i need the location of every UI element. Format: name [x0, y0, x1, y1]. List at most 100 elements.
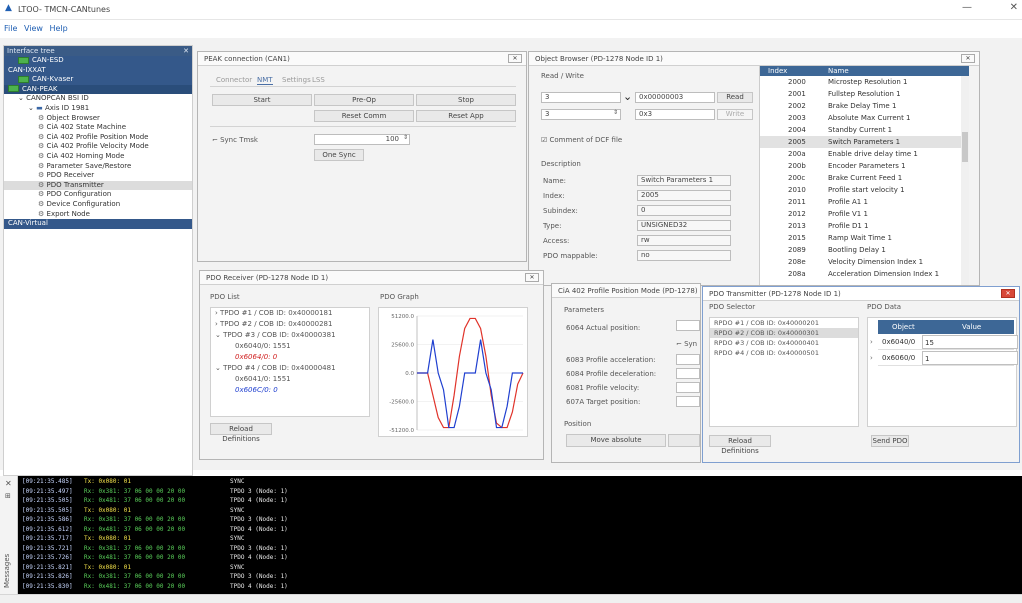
tree-item[interactable]: ⚙ Device Configuration — [4, 200, 192, 210]
object-table-row[interactable]: 2000 Microstep Resolution 1 — [760, 76, 969, 88]
subindex-spinner-icon[interactable]: ⇕ — [613, 109, 618, 116]
write-button[interactable]: Write — [717, 109, 753, 120]
expand-chevron-icon[interactable]: ⌄ — [215, 331, 223, 339]
move-relative-button[interactable] — [668, 434, 700, 447]
reset-comm-button[interactable]: Reset Comm — [314, 110, 414, 122]
expand-chevron-icon[interactable]: ⌄ — [18, 94, 26, 102]
tree-close-icon[interactable]: ✕ — [183, 46, 189, 56]
tx-reload-definitions-button[interactable]: Reload Definitions — [709, 435, 771, 455]
pdo-data-row[interactable]: › 0x6040/0 15 — [870, 334, 1018, 350]
expand-chevron-icon[interactable]: ⌄ — [28, 104, 36, 112]
expand-chevron-icon[interactable]: › — [870, 334, 873, 350]
read-button[interactable]: Read — [717, 92, 753, 103]
object-table-row[interactable]: 2001 Fullstep Resolution 1 — [760, 88, 969, 100]
actual-position-field[interactable] — [676, 320, 700, 331]
object-table-row[interactable]: 2012 Profile V1 1 — [760, 208, 969, 220]
object-table-row[interactable]: 200b Encoder Parameters 1 — [760, 160, 969, 172]
object-browser-titlebar[interactable]: Object Browser (PD-1278 Node ID 1) ✕ — [529, 52, 979, 66]
object-table-row[interactable]: 2010 Profile start velocity 1 — [760, 184, 969, 196]
start-button[interactable]: Start — [212, 94, 312, 106]
tree-item[interactable]: ⚙ PDO Transmitter — [4, 180, 192, 191]
tree-item[interactable]: ⚙ CiA 402 Homing Mode — [4, 152, 192, 162]
tree-item[interactable]: CAN-IXXAT — [4, 65, 192, 76]
tab-settings[interactable]: Settings — [282, 76, 311, 84]
object-table-row[interactable]: 2004 Standby Current 1 — [760, 124, 969, 136]
object-table-row[interactable]: 2013 Profile D1 1 — [760, 220, 969, 232]
peak-window-close-icon[interactable]: ✕ — [508, 54, 522, 63]
reset-app-button[interactable]: Reset App — [416, 110, 516, 122]
expand-chevron-icon[interactable]: ⌄ — [215, 364, 223, 372]
pdo-list-item[interactable]: ⌄ TPDO #3 / COB ID: 0x40000381 — [211, 330, 369, 341]
col-object-header[interactable]: Object — [892, 320, 915, 334]
one-sync-button[interactable]: One Sync — [314, 149, 364, 161]
velocity-field[interactable] — [676, 382, 700, 393]
object-table-row[interactable]: 200a Enable drive delay time 1 — [760, 148, 969, 160]
comment-checkbox[interactable]: ☑ Comment of DCF file — [541, 136, 622, 144]
object-table-scrollbar[interactable] — [961, 76, 969, 285]
object-table-row[interactable]: 2015 Ramp Wait Time 1 — [760, 232, 969, 244]
console-close-icon[interactable]: ✕ — [5, 479, 12, 488]
tree-item[interactable]: CAN-Kvaser — [4, 75, 192, 85]
object-table-row[interactable]: 2003 Absolute Max Current 1 — [760, 112, 969, 124]
index-dropdown-icon[interactable]: ⌄ — [623, 90, 632, 103]
tab-connector[interactable]: Connector — [216, 76, 252, 84]
pdo-receiver-close-icon[interactable]: ✕ — [525, 273, 539, 282]
pdo-list-item[interactable]: ⌄ TPDO #4 / COB ID: 0x40000481 — [211, 363, 369, 374]
stop-button[interactable]: Stop — [416, 94, 516, 106]
close-icon[interactable]: ✕ — [1010, 2, 1018, 13]
col-name-header[interactable]: Name — [828, 66, 849, 76]
pdo-selector-item[interactable]: RPDO #4 / COB ID: 0x40000501 — [710, 348, 858, 358]
tree-item[interactable]: ⚙ Object Browser — [4, 114, 192, 124]
pdo-value-cell[interactable]: 1 — [922, 351, 1018, 365]
subindex-input[interactable]: 3 — [541, 109, 621, 120]
pdo-list-item[interactable]: 0x606C/0: 0 — [211, 385, 369, 396]
pdo-selector-item[interactable]: RPDO #1 / COB ID: 0x40000201 — [710, 318, 858, 328]
pdo-list-item[interactable]: 0x6064/0: 0 — [211, 352, 369, 363]
tab-lss[interactable]: LSS — [312, 76, 325, 84]
pdo-receiver-titlebar[interactable]: PDO Receiver (PD-1278 Node ID 1) ✕ — [200, 271, 543, 285]
acceleration-field[interactable] — [676, 354, 700, 365]
subindex-hex-field[interactable]: 0x3 — [635, 109, 715, 120]
menu-file[interactable]: File — [4, 24, 17, 33]
tree-item[interactable]: ⚙ PDO Configuration — [4, 190, 192, 200]
tree-item[interactable]: ⌄ ▬ Axis ID 1981 — [4, 104, 192, 114]
object-table-row[interactable]: 2089 Bootling Delay 1 — [760, 244, 969, 256]
pdo-list-item[interactable]: 0x6040/0: 1551 — [211, 341, 369, 352]
sync-tmsk-checkbox[interactable]: ⌐ Sync Tmsk — [212, 136, 258, 144]
tree-item[interactable]: ⚙ PDO Receiver — [4, 171, 192, 181]
tree-item[interactable]: CAN-PEAK — [4, 84, 192, 95]
pdo-value-cell[interactable]: 15 — [922, 335, 1018, 349]
tree-item[interactable]: CAN-Virtual — [4, 219, 192, 229]
minimize-icon[interactable]: — — [962, 2, 972, 13]
scrollbar-thumb[interactable] — [962, 132, 968, 162]
pdo-list-item[interactable]: 0x6041/0: 1551 — [211, 374, 369, 385]
pdo-data-row[interactable]: › 0x6060/0 1 — [870, 350, 1018, 366]
pdo-list-item[interactable]: › TPDO #2 / COB ID: 0x40000281 — [211, 319, 369, 330]
index-hex-field[interactable]: 0x00000003 — [635, 92, 715, 103]
menu-help[interactable]: Help — [49, 24, 67, 33]
tab-nmt[interactable]: NMT — [257, 76, 273, 85]
pdo-list-item[interactable]: › TPDO #1 / COB ID: 0x40000181 — [211, 308, 369, 319]
object-table-row[interactable]: 2005 Switch Parameters 1 — [760, 136, 969, 148]
peak-window-titlebar[interactable]: PEAK connection (CAN1) ✕ — [198, 52, 526, 66]
index-input[interactable]: 3 — [541, 92, 621, 103]
expand-chevron-icon[interactable]: › — [870, 350, 873, 366]
object-table-row[interactable]: 208a Acceleration Dimension Index 1 — [760, 268, 969, 280]
object-table-row[interactable]: 2002 Brake Delay Time 1 — [760, 100, 969, 112]
pdo-transmitter-close-icon[interactable]: ✕ — [1001, 289, 1015, 298]
send-pdo-button[interactable]: Send PDO — [871, 435, 909, 447]
pre-op-button[interactable]: Pre-Op — [314, 94, 414, 106]
tree-item[interactable]: ⚙ CiA 402 Profile Position Mode — [4, 133, 192, 143]
tree-item[interactable]: ⌄ CANOPCAN BSI ID — [4, 94, 192, 104]
pdo-selector-item[interactable]: RPDO #2 / COB ID: 0x40000301 — [710, 328, 858, 338]
sync-checkbox[interactable]: ⌐ Syn — [676, 340, 697, 348]
tree-item[interactable]: ⚙ CiA 402 Profile Velocity Mode — [4, 142, 192, 152]
deceleration-field[interactable] — [676, 368, 700, 379]
tree-item[interactable]: ⚙ Export Node — [4, 210, 192, 220]
pdo-selector-item[interactable]: RPDO #3 / COB ID: 0x40000401 — [710, 338, 858, 348]
profile-position-titlebar[interactable]: CiA 402 Profile Position Mode (PD-1278) — [552, 284, 700, 298]
object-table-row[interactable]: 208e Velocity Dimension Index 1 — [760, 256, 969, 268]
tree-item[interactable]: ⚙ CiA 402 State Machine — [4, 123, 192, 133]
sync-spinner-icon[interactable]: ⇕ — [403, 134, 408, 141]
object-table-row[interactable]: 200c Brake Current Feed 1 — [760, 172, 969, 184]
